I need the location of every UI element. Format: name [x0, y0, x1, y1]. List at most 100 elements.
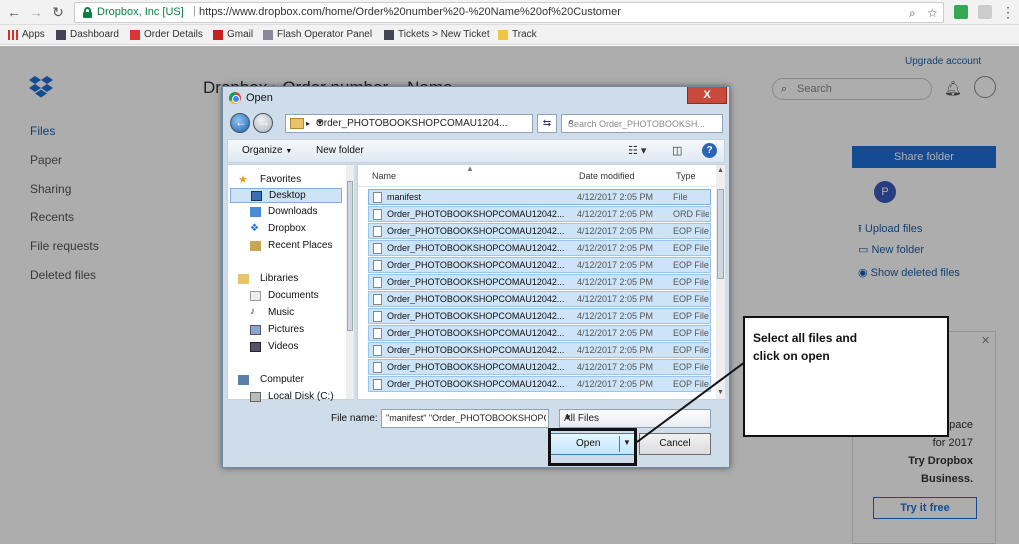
forward-arrow-icon: →	[258, 115, 270, 129]
site-identity: Dropbox, Inc [US]	[97, 6, 184, 18]
file-row[interactable]: Order_PHOTOBOOKSHOPCOMAU12042... 4/12/201…	[368, 291, 711, 307]
file-row[interactable]: manifest 4/12/2017 2:05 PM File	[368, 189, 711, 205]
nav-item-music[interactable]: ♪ Music	[230, 306, 342, 321]
nav-libraries[interactable]: Libraries	[238, 272, 338, 287]
nav-item-documents[interactable]: Documents	[230, 289, 342, 304]
nav-item-desktop[interactable]: Desktop	[230, 188, 342, 203]
dialog-toolbar: Organize ▼ New folder ☷ ▾ ◫ ?	[227, 139, 725, 163]
chevron-down-icon: ▼	[285, 148, 293, 155]
bookmark-tickets[interactable]: Tickets > New Ticket	[384, 29, 490, 40]
file-icon	[373, 379, 382, 390]
apps-grid-icon	[8, 29, 18, 40]
refresh-button[interactable]: ⇆	[537, 114, 557, 133]
sort-up-icon: ▲	[466, 164, 474, 173]
file-row[interactable]: Order_PHOTOBOOKSHOPCOMAU12042... 4/12/201…	[368, 342, 711, 358]
bookmark-order-details[interactable]: Order Details	[130, 29, 203, 40]
videos-icon	[250, 342, 261, 352]
column-name[interactable]: Name	[372, 171, 396, 181]
open-button-highlight	[548, 428, 637, 466]
file-row[interactable]: Order_PHOTOBOOKSHOPCOMAU12042... 4/12/201…	[368, 223, 711, 239]
folder-icon	[290, 118, 304, 129]
recent-places-icon	[250, 241, 261, 251]
computer-icon	[238, 375, 249, 385]
bookmark-flash-operator-panel[interactable]: Flash Operator Panel	[263, 29, 372, 40]
file-icon	[373, 277, 382, 288]
file-row[interactable]: Order_PHOTOBOOKSHOPCOMAU12042... 4/12/201…	[368, 206, 711, 222]
back-arrow-icon[interactable]: ←	[6, 4, 22, 20]
organize-button[interactable]: Organize ▼	[242, 145, 292, 156]
view-options-icon[interactable]: ☷ ▾	[628, 144, 646, 157]
file-icon	[373, 209, 382, 220]
dialog-title-bar: Open	[229, 92, 273, 104]
bookmark-track[interactable]: Track	[498, 29, 537, 40]
file-row[interactable]: Order_PHOTOBOOKSHOPCOMAU12042... 4/12/201…	[368, 274, 711, 290]
profile-extension-icon[interactable]	[978, 5, 992, 19]
scroll-up-icon[interactable]: ▲	[717, 167, 724, 174]
libraries-icon	[238, 274, 249, 284]
panel-icon	[263, 29, 273, 40]
preview-pane-icon[interactable]: ◫	[672, 144, 682, 157]
nav-item-downloads[interactable]: Downloads	[230, 205, 342, 220]
file-list-header: Name ▲ Date modified Type	[358, 164, 716, 187]
column-date-modified[interactable]: Date modified	[579, 171, 635, 181]
k-icon	[384, 29, 394, 40]
help-icon[interactable]: ?	[702, 143, 717, 158]
file-icon	[373, 362, 382, 373]
menu-icon[interactable]: ⋮	[1000, 4, 1016, 20]
file-icon	[373, 345, 382, 356]
documents-icon	[250, 291, 261, 301]
downloads-icon	[250, 207, 261, 217]
file-row[interactable]: Order_PHOTOBOOKSHOPCOMAU12042... 4/12/201…	[368, 308, 711, 324]
nav-item-local-disk[interactable]: Local Disk (C:)	[230, 390, 342, 405]
nav-item-dropbox[interactable]: ❖ Dropbox	[230, 222, 342, 237]
bookmark-star-icon[interactable]: ☆	[927, 6, 938, 20]
file-row[interactable]: Order_PHOTOBOOKSHOPCOMAU12042... 4/12/201…	[368, 325, 711, 341]
nav-item-videos[interactable]: Videos	[230, 340, 342, 355]
file-icon	[373, 226, 382, 237]
navigation-pane: ★ Favorites Desktop Downloads ❖ Dropbox Re…	[227, 164, 354, 402]
reload-icon[interactable]: ↻	[50, 4, 66, 20]
file-icon	[373, 311, 382, 322]
callout-pointer-line	[636, 361, 746, 443]
gmail-icon	[213, 29, 223, 40]
bookmark-apps[interactable]: Apps	[8, 29, 45, 40]
instruction-callout: Select all files and click on open	[743, 316, 949, 437]
forward-arrow-icon[interactable]: →	[28, 4, 44, 20]
bookmarks-bar: Apps Dashboard Order Details Gmail Flash…	[0, 25, 1019, 45]
file-row[interactable]: Order_PHOTOBOOKSHOPCOMAU12042... 4/12/201…	[368, 240, 711, 256]
file-icon	[373, 260, 382, 271]
chevron-right-icon: ▸	[306, 119, 311, 128]
file-name-input[interactable]: "manifest" "Order_PHOTOBOOKSHOPC	[381, 409, 549, 428]
file-icon	[373, 243, 382, 254]
pictures-icon	[250, 325, 261, 335]
extension-icon[interactable]	[954, 5, 968, 19]
nav-scrollbar[interactable]	[346, 165, 354, 399]
nav-item-pictures[interactable]: Pictures	[230, 323, 342, 338]
zoom-icon[interactable]: ⌕	[909, 6, 916, 21]
dropbox-icon: ❖	[250, 223, 259, 234]
dialog-close-button[interactable]: X	[687, 87, 727, 104]
column-type[interactable]: Type	[676, 171, 696, 181]
bookmark-gmail[interactable]: Gmail	[213, 29, 253, 40]
nav-computer[interactable]: Computer	[238, 373, 338, 388]
bookmark-dashboard[interactable]: Dashboard	[56, 29, 119, 40]
file-row[interactable]: Order_PHOTOBOOKSHOPCOMAU12042... 4/12/201…	[368, 257, 711, 273]
back-arrow-icon: ←	[235, 115, 247, 129]
browser-toolbar: ← → ↻ Dropbox, Inc [US] | https://www.dr…	[0, 0, 1019, 25]
back-button[interactable]: ←	[230, 113, 250, 133]
url-text[interactable]: https://www.dropbox.com/home/Order%20num…	[199, 6, 621, 18]
lock-icon	[83, 7, 92, 18]
path-breadcrumb[interactable]: ▸ Order_PHOTOBOOKSHOPCOMAU1204... ▼	[285, 114, 533, 133]
nav-item-recent-places[interactable]: Recent Places	[230, 239, 342, 254]
pbs-icon	[130, 29, 140, 40]
k-icon	[56, 29, 66, 40]
folder-icon	[498, 29, 508, 40]
new-folder-button[interactable]: New folder	[316, 145, 364, 156]
nav-favorites[interactable]: ★ Favorites	[238, 173, 338, 188]
address-bar[interactable]: Dropbox, Inc [US] | https://www.dropbox.…	[74, 2, 944, 23]
file-icon	[373, 294, 382, 305]
star-icon: ★	[238, 174, 248, 186]
dialog-search-input[interactable]: Search Order_PHOTOBOOKSH... ⌕	[561, 114, 723, 133]
forward-button[interactable]: →	[253, 113, 273, 133]
chevron-down-icon[interactable]: ▼	[316, 118, 528, 127]
